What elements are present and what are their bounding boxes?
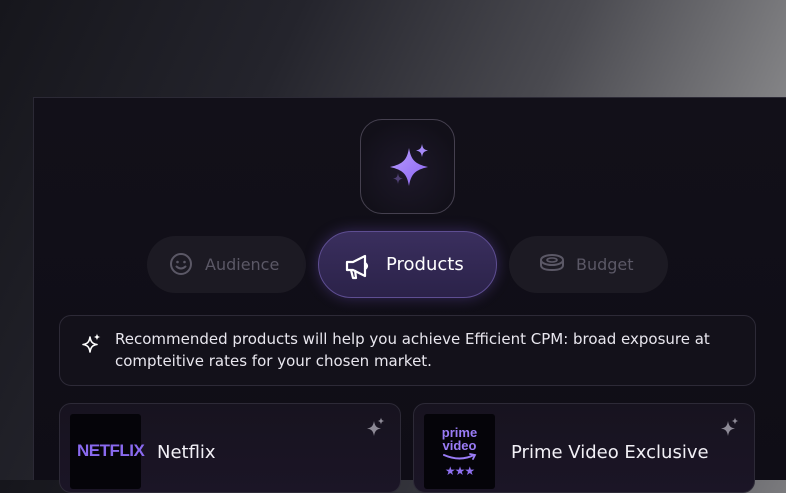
product-name: Netflix [157, 442, 216, 463]
coin-stack-icon [540, 254, 564, 272]
smiley-icon [170, 253, 192, 275]
tab-budget[interactable]: Budget [509, 236, 668, 293]
prime-video-logo: prime video ★★★ [424, 414, 495, 489]
recommendation-banner: Recommended products will help you achie… [59, 315, 756, 386]
tab-audience[interactable]: Audience [147, 236, 306, 293]
sparkle-icon[interactable] [366, 417, 386, 437]
prime-logo-line2: video [442, 438, 477, 453]
product-name: Prime Video Exclusive [511, 442, 709, 463]
netflix-logo: NETFLIX [70, 414, 145, 489]
netflix-logo-text: NETFLIX [77, 441, 145, 460]
sparkle-icon [390, 144, 428, 186]
sparkle-icon[interactable] [720, 417, 740, 437]
tab-products-label: Products [386, 254, 464, 275]
prime-logo-stars: ★★★ [444, 464, 475, 478]
tab-products[interactable]: Products [318, 231, 497, 298]
hero-badge [360, 119, 455, 214]
tab-audience-label: Audience [205, 255, 280, 274]
tab-budget-label: Budget [576, 255, 634, 274]
smile-arrow-icon [443, 453, 477, 460]
recommendation-text: Recommended products will help you achie… [115, 330, 710, 370]
megaphone-icon [345, 254, 369, 280]
sparkle-icon [82, 333, 101, 353]
